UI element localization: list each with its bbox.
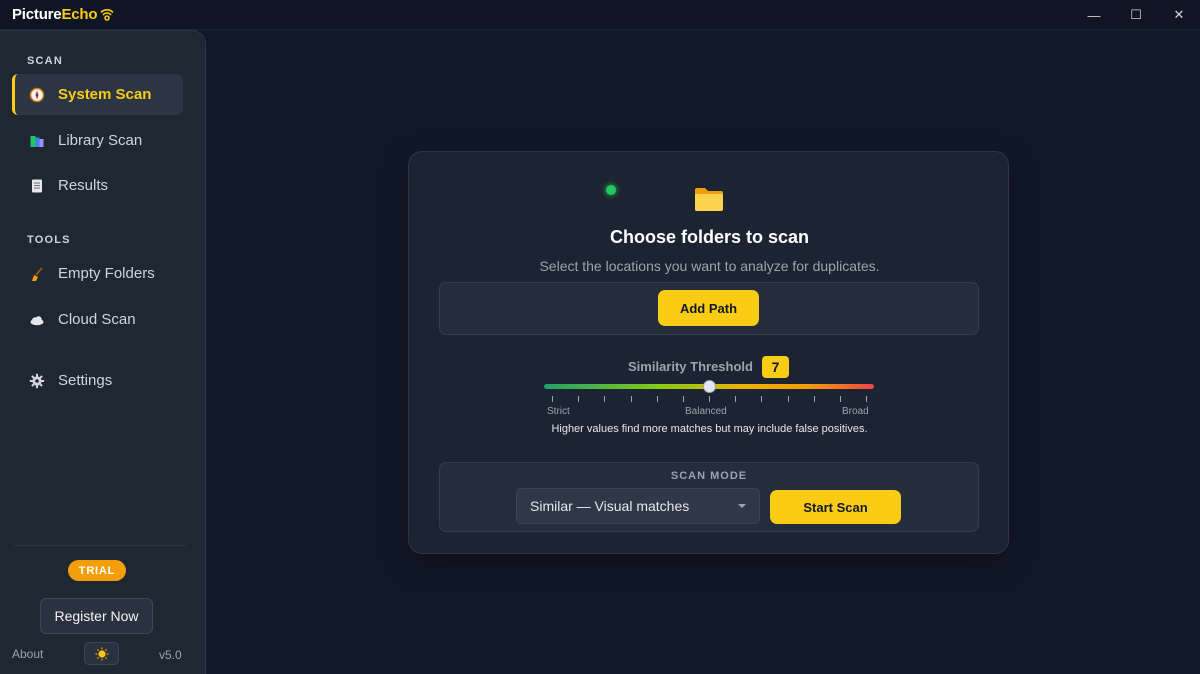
minimize-icon: — bbox=[1087, 7, 1101, 23]
tick-label-balanced: Balanced bbox=[685, 406, 727, 417]
folder-icon bbox=[693, 185, 725, 218]
scan-mode-select[interactable]: Similar — Visual matches bbox=[516, 488, 760, 524]
broom-icon bbox=[29, 266, 45, 282]
card-title: Choose folders to scan bbox=[609, 227, 810, 247]
slider-tick bbox=[630, 396, 632, 402]
sidebar: SCAN System Scan Library Scan Results TO… bbox=[0, 30, 206, 674]
compass-icon bbox=[29, 87, 45, 103]
trial-badge: TRIAL bbox=[68, 560, 126, 581]
section-label-tools: TOOLS bbox=[27, 234, 71, 246]
slider-tick bbox=[604, 396, 606, 402]
app-logo: Picture Echo bbox=[12, 6, 115, 23]
minimize-button[interactable]: — bbox=[1072, 0, 1116, 30]
sidebar-item-results[interactable]: Results bbox=[12, 165, 183, 206]
scan-setup-card: Choose folders to scan Select the locati… bbox=[408, 151, 1009, 554]
sidebar-item-library-scan[interactable]: Library Scan bbox=[12, 120, 183, 161]
slider-tick bbox=[813, 396, 815, 402]
slider-tick bbox=[552, 396, 553, 402]
register-now-button[interactable]: Register Now bbox=[40, 598, 153, 634]
app-title-part1: Picture bbox=[12, 6, 62, 23]
scan-mode-selected-value: Similar — Visual matches bbox=[530, 498, 690, 514]
sidebar-item-label: Empty Folders bbox=[58, 265, 155, 282]
sidebar-item-empty-folders[interactable]: Empty Folders bbox=[12, 253, 183, 294]
books-icon bbox=[29, 133, 45, 149]
sidebar-item-label: Results bbox=[58, 177, 109, 194]
slider-tick bbox=[787, 396, 789, 402]
sidebar-item-cloud-scan[interactable]: Cloud Scan bbox=[12, 299, 183, 340]
sidebar-divider bbox=[14, 545, 186, 546]
sidebar-item-system-scan[interactable]: System Scan bbox=[12, 74, 183, 115]
title-bar: Picture Echo — ☐ ✕ bbox=[0, 0, 1200, 30]
card-subtitle: Select the locations you want to analyze… bbox=[539, 258, 880, 274]
slider-tick bbox=[709, 396, 710, 402]
close-button[interactable]: ✕ bbox=[1157, 0, 1200, 30]
slider-tick bbox=[578, 396, 580, 402]
cloud-icon bbox=[29, 312, 45, 328]
maximize-button[interactable]: ☐ bbox=[1114, 0, 1158, 30]
gear-icon bbox=[29, 373, 45, 389]
sidebar-item-label: Library Scan bbox=[58, 132, 143, 149]
close-icon: ✕ bbox=[1173, 7, 1185, 22]
app-title-part2: Echo bbox=[61, 6, 98, 23]
status-indicator-dot bbox=[606, 185, 616, 195]
sidebar-item-settings[interactable]: Settings bbox=[12, 360, 183, 401]
slider-tick bbox=[735, 396, 737, 402]
section-label-scan: SCAN bbox=[27, 55, 63, 67]
slider-tick bbox=[866, 396, 867, 402]
scan-mode-label: SCAN MODE bbox=[670, 470, 748, 482]
maximize-icon: ☐ bbox=[1130, 7, 1142, 22]
app-version: v5.0 bbox=[159, 648, 182, 662]
document-icon bbox=[29, 178, 45, 194]
slider-tick bbox=[682, 396, 684, 402]
sun-icon bbox=[95, 647, 108, 660]
threshold-value-badge: 7 bbox=[762, 356, 789, 378]
about-link[interactable]: About bbox=[12, 647, 43, 661]
tick-label-broad: Broad bbox=[842, 406, 869, 417]
sidebar-item-label: System Scan bbox=[58, 86, 152, 103]
slider-tick bbox=[656, 396, 658, 402]
similarity-slider-thumb[interactable] bbox=[703, 380, 716, 393]
signal-waves-icon bbox=[100, 8, 114, 21]
sidebar-item-label: Settings bbox=[58, 372, 113, 389]
slider-tick bbox=[761, 396, 763, 402]
threshold-hint: Higher values find more matches but may … bbox=[551, 423, 868, 435]
slider-tick bbox=[839, 396, 841, 402]
theme-toggle-button[interactable] bbox=[84, 642, 119, 665]
add-path-button[interactable]: Add Path bbox=[658, 290, 759, 326]
threshold-label: Similarity Threshold bbox=[628, 359, 753, 374]
start-scan-button[interactable]: Start Scan bbox=[770, 490, 901, 524]
sidebar-item-label: Cloud Scan bbox=[58, 311, 136, 328]
tick-label-strict: Strict bbox=[547, 406, 570, 417]
chevron-down-icon bbox=[738, 504, 746, 508]
